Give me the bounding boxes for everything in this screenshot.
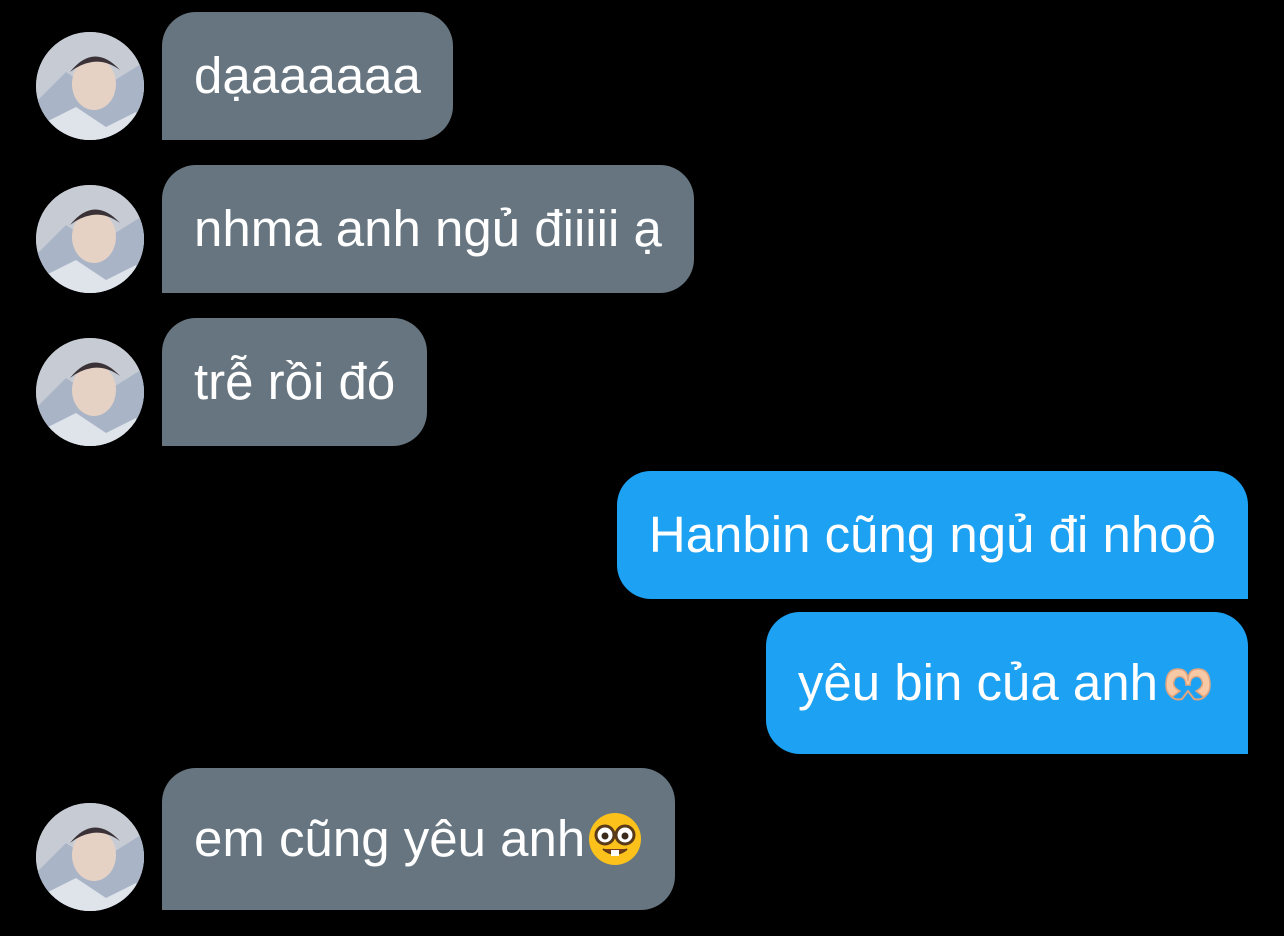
message-bubble-incoming[interactable]: em cũng yêu anh: [162, 768, 676, 910]
nerd-face-emoji-icon: [587, 811, 643, 867]
message-bubble-outgoing[interactable]: yêu bin của anh: [765, 612, 1248, 754]
sender-avatar[interactable]: [36, 185, 144, 293]
sender-avatar[interactable]: [36, 32, 144, 140]
message-text: nhma anh ngủ điiiii ạ: [194, 200, 662, 257]
message-text: Hanbin cũng ngủ đi nhoô: [648, 506, 1216, 563]
message-text: yêu bin của anh: [797, 654, 1158, 711]
heart-hands-emoji-icon: [1160, 655, 1216, 711]
message-text: dạaaaaaa: [194, 47, 421, 104]
sender-avatar[interactable]: [36, 803, 144, 911]
message-bubble-incoming[interactable]: dạaaaaaa: [162, 12, 453, 140]
message-bubble-incoming[interactable]: nhma anh ngủ điiiii ạ: [162, 165, 694, 293]
sender-avatar[interactable]: [36, 338, 144, 446]
message-text: em cũng yêu anh: [194, 810, 586, 867]
message-text: trễ rồi đó: [194, 353, 396, 410]
message-bubble-outgoing[interactable]: Hanbin cũng ngủ đi nhoô: [616, 471, 1248, 599]
message-bubble-incoming[interactable]: trễ rồi đó: [162, 318, 428, 446]
